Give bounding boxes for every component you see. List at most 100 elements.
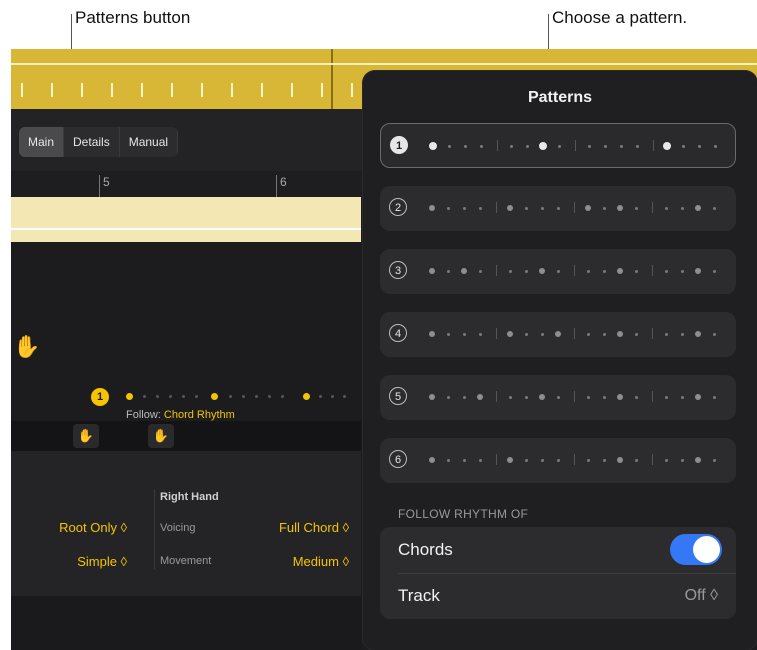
chords-row: Chords [380, 527, 736, 574]
left-movement-select[interactable]: Simple ◊ [77, 554, 127, 569]
chord-region[interactable] [11, 197, 361, 242]
right-hand-button[interactable]: ✋ [148, 424, 174, 448]
pattern-step-dot [586, 459, 590, 462]
pattern-step-dot [556, 396, 560, 399]
pattern-step-dot [508, 396, 512, 399]
tab-main[interactable]: Main [19, 127, 65, 157]
pattern-step-dot [617, 394, 623, 400]
pattern-step-dot [446, 270, 450, 273]
toggle-knob [693, 536, 720, 563]
beat-tick [321, 83, 323, 97]
pattern-step-dot [617, 205, 623, 211]
left-voicing-select[interactable]: Root Only ◊ [59, 520, 127, 535]
pattern-step-dot [556, 270, 560, 273]
pattern-step-dot [462, 396, 466, 399]
pattern-step-dot [602, 270, 606, 273]
pattern-step-dot [507, 457, 513, 463]
pattern-step-dot [664, 333, 668, 336]
pattern-step-dot [712, 207, 716, 210]
pattern-step-dot [462, 459, 466, 462]
pattern-step-dot [446, 207, 450, 210]
pattern-beat-divider [496, 454, 497, 465]
pattern-step-dot-small [268, 395, 271, 398]
callout-choose-pattern: Choose a pattern. [552, 8, 688, 27]
track-row[interactable]: Track Off ◊ [380, 573, 736, 619]
pattern-step-dot [680, 396, 684, 399]
pattern-step-dot [446, 396, 450, 399]
pattern-step-dot-small [156, 395, 159, 398]
pattern-beat-divider [574, 391, 575, 402]
pattern-beat-divider [574, 454, 575, 465]
pattern-step-dot [429, 205, 435, 211]
bottom-area [11, 596, 361, 650]
pattern-step-dot-small [182, 395, 185, 398]
pattern-step-dot [525, 145, 529, 148]
pattern-step-dot [556, 207, 560, 210]
right-voicing-select[interactable]: Full Chord ◊ [279, 520, 349, 535]
region-waveform [11, 63, 757, 65]
pattern-step-dot [602, 459, 606, 462]
pattern-step-dot [540, 459, 544, 462]
pattern-step-dot [477, 394, 483, 400]
right-hand-header: Right Hand [160, 491, 219, 503]
pattern-step-dot [634, 459, 638, 462]
pattern-step-dot [540, 207, 544, 210]
pattern-step-dot [634, 396, 638, 399]
pattern-step-dot [478, 207, 482, 210]
left-hand-button[interactable]: ✋ [73, 424, 99, 448]
chord-region-rhythm-line [11, 228, 361, 230]
pattern-row-4[interactable]: 4 [380, 312, 736, 357]
pattern-step-dot [539, 142, 547, 150]
pattern-step-dot [429, 142, 437, 150]
movement-label: Movement [160, 555, 212, 567]
chords-toggle[interactable] [670, 534, 722, 565]
pattern-step-dot [524, 459, 528, 462]
pattern-step-dot-small [281, 395, 284, 398]
patterns-button[interactable]: 1 [91, 388, 109, 406]
pattern-step-dot [555, 331, 561, 337]
beat-tick [171, 83, 173, 97]
pattern-row-2[interactable]: 2 [380, 186, 736, 231]
pattern-step-dot [556, 459, 560, 462]
pattern-step-dot [617, 331, 623, 337]
beat-tick [201, 83, 203, 97]
pattern-step-dot [635, 145, 639, 148]
pattern-beat-divider [653, 140, 654, 151]
pattern-step-dot [713, 145, 717, 148]
pattern-beat-divider [574, 202, 575, 213]
pattern-step-dot [712, 396, 716, 399]
chords-label: Chords [398, 540, 453, 559]
pattern-step-dot [680, 270, 684, 273]
pattern-row-1[interactable]: 1 [380, 123, 736, 168]
hand-button-strip: ✋ ✋ [11, 421, 361, 451]
tab-details[interactable]: Details [64, 127, 120, 157]
track-select[interactable]: Off ◊ [685, 587, 718, 605]
pattern-step-dot-small [229, 395, 232, 398]
pattern-step-dot [664, 270, 668, 273]
view-segmented-control: Main Details Manual [19, 127, 179, 157]
pattern-step-dot [602, 207, 606, 210]
callout-patterns-button: Patterns button [75, 8, 191, 27]
pattern-step-dot [540, 333, 544, 336]
pattern-step-dot-small [343, 395, 346, 398]
pattern-step-dot [587, 145, 591, 148]
pattern-step-dot [429, 394, 435, 400]
pattern-row-5[interactable]: 5 [380, 375, 736, 420]
tab-manual[interactable]: Manual [120, 127, 179, 157]
beat-tick [261, 83, 263, 97]
pattern-step-dot-small [331, 395, 334, 398]
pattern-step-dot [507, 205, 513, 211]
params-divider [154, 489, 155, 569]
pattern-step-dot [695, 457, 701, 463]
follow-rhythm-header: FOLLOW RHYTHM OF [398, 507, 529, 521]
right-movement-select[interactable]: Medium ◊ [293, 554, 349, 569]
pattern-row-6[interactable]: 6 [380, 438, 736, 483]
pattern-step-dot [695, 268, 701, 274]
pattern-beat-divider [497, 140, 498, 151]
beat-tick [51, 83, 53, 97]
pattern-step-dot [664, 459, 668, 462]
pattern-row-3[interactable]: 3 [380, 249, 736, 294]
pattern-step-dot [586, 270, 590, 273]
pattern-beat-divider [496, 328, 497, 339]
beat-tick [141, 83, 143, 97]
